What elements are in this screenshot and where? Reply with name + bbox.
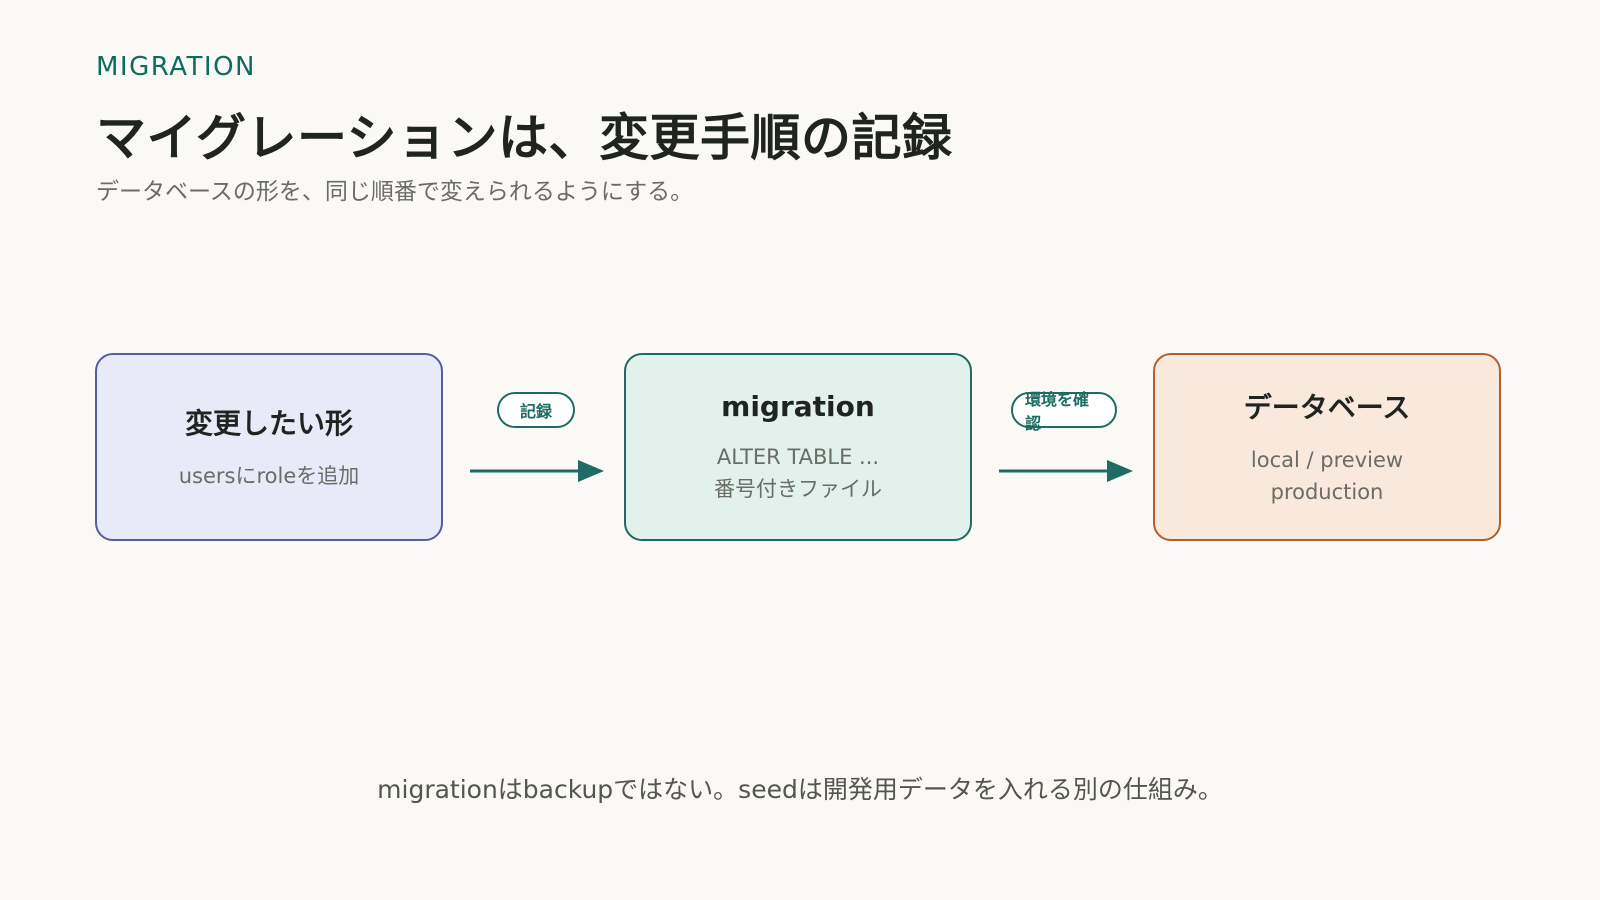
page-subtitle: データベースの形を、同じ順番で変えられるようにする。 [96,179,694,205]
edge-label-check-env: 環境を確認 [1011,390,1117,433]
node-detail: production [1270,480,1384,504]
node-detail: ALTER TABLE ... [716,444,880,469]
node-database: データベース local / preview production [1153,353,1501,541]
node-detail: usersにroleを追加 [178,464,360,488]
node-detail: 番号付きファイル [714,476,882,501]
arrow-right-icon [470,460,604,482]
footer-note: migrationはbackupではない。seedは開発用データを入れる別の仕組… [377,775,1223,804]
node-title: データベース [1243,391,1411,424]
node-migration: migration ALTER TABLE ... 番号付きファイル [624,353,972,541]
node-title: migration [721,389,875,423]
page-title: マイグレーションは、変更手順の記録 [96,109,953,167]
arrow-right-icon [999,460,1133,482]
node-title: 変更したい形 [184,407,353,440]
node-desired-shape: 変更したい形 usersにroleを追加 [95,353,443,541]
eyebrow-label: MIGRATION [96,52,256,82]
edge-label-record: 記録 [497,392,575,428]
node-detail: local / preview [1250,448,1404,472]
